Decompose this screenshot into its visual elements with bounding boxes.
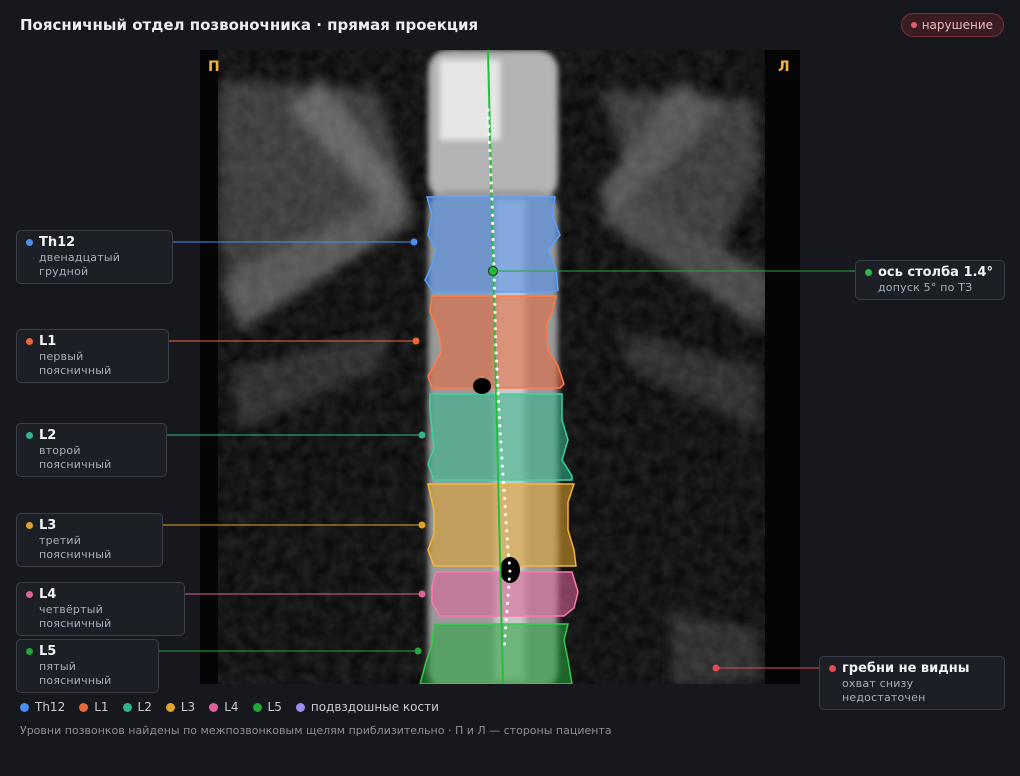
callout-l4[interactable]: L4 четвёртый поясничный [16, 582, 185, 636]
legend-item-l4: L4 [209, 700, 239, 714]
legend-swatch-icon [209, 702, 219, 712]
legend-item-l3: L3 [165, 700, 195, 714]
callout-l1[interactable]: L1 первый поясничный [16, 329, 169, 383]
l1-dot-icon [26, 338, 33, 345]
legend-item-l5: L5 [252, 700, 282, 714]
callout-l5-title: L5 [39, 644, 57, 659]
legend-swatch-icon [165, 702, 175, 712]
legend-swatch-icon [252, 702, 262, 712]
callout-crest-subtitle: охват снизу недостаточен [842, 677, 926, 704]
callout-l5-subtitle: пятый поясничный [39, 660, 112, 687]
legend-swatch-icon [79, 702, 89, 712]
callout-crest-title: гребни не видны [842, 661, 970, 676]
legend: Th12 L1 L2 L3 L4 L5 подвздошные кости [20, 700, 439, 714]
callout-axis-subtitle: допуск 5° по ТЗ [878, 281, 973, 294]
callout-th12-title: Th12 [39, 235, 76, 250]
callout-l5[interactable]: L5 пятый поясничный [16, 639, 159, 693]
callout-l4-subtitle: четвёртый поясничный [39, 603, 112, 630]
l3-dot-icon [26, 522, 33, 529]
axis-dot-icon [865, 269, 872, 276]
l5-dot-icon [26, 648, 33, 655]
callout-l4-title: L4 [39, 587, 57, 602]
callout-spine-axis[interactable]: ось столба 1.4° допуск 5° по ТЗ [855, 260, 1005, 300]
callout-l3-title: L3 [39, 518, 57, 533]
legend-swatch-icon [295, 702, 305, 712]
crest-dot-icon [829, 665, 836, 672]
callout-th12-subtitle: двенадцатый грудной [39, 251, 121, 278]
footnote: Уровни позвонков найдены по межпозвонков… [20, 724, 612, 737]
legend-item-th12: Th12 [20, 700, 65, 714]
callout-l3-subtitle: третий поясничный [39, 534, 112, 561]
callout-l2-title: L2 [39, 428, 57, 443]
callout-axis-title: ось столба 1.4° [878, 265, 993, 280]
th12-dot-icon [26, 239, 33, 246]
l2-dot-icon [26, 432, 33, 439]
callout-iliac-crests[interactable]: гребни не видны охват снизу недостаточен [819, 656, 1005, 710]
l4-dot-icon [26, 591, 33, 598]
legend-swatch-icon [20, 702, 29, 712]
callout-l1-subtitle: первый поясничный [39, 350, 112, 377]
callout-th12[interactable]: Th12 двенадцатый грудной [16, 230, 173, 284]
callout-l2[interactable]: L2 второй поясничный [16, 423, 167, 477]
legend-item-iliac: подвздошные кости [295, 700, 439, 714]
legend-item-l2: L2 [122, 700, 152, 714]
callout-l3[interactable]: L3 третий поясничный [16, 513, 163, 567]
legend-item-l1: L1 [79, 700, 109, 714]
legend-swatch-icon [122, 702, 132, 712]
callout-l2-subtitle: второй поясничный [39, 444, 112, 471]
callout-l1-title: L1 [39, 334, 57, 349]
